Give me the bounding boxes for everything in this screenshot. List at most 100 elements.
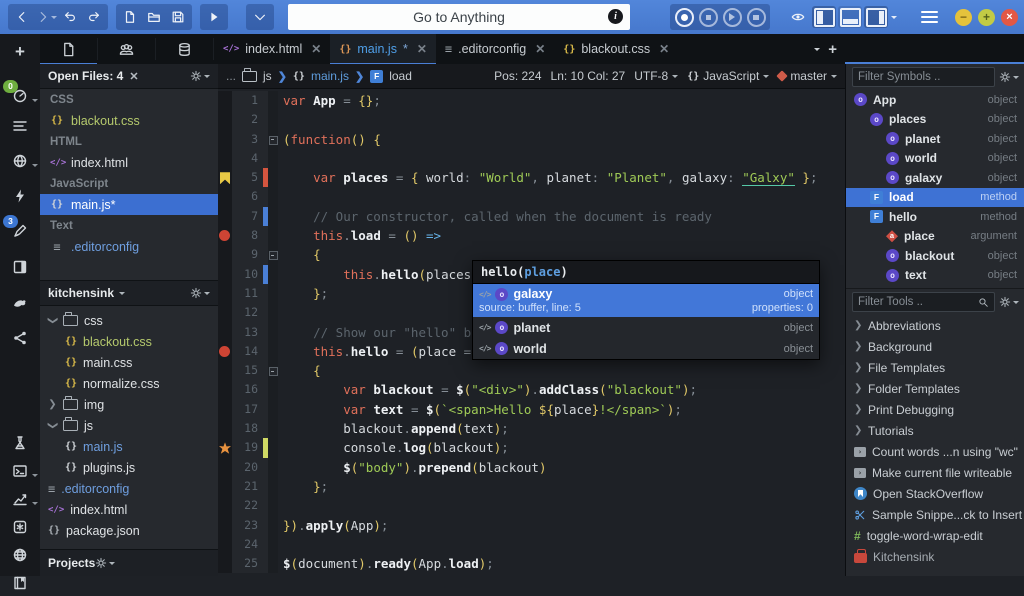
profiling-button[interactable] xyxy=(3,485,38,512)
autocomplete-row[interactable]: </> o world object xyxy=(473,338,819,359)
tree-item-index-html[interactable]: </> index.html xyxy=(40,499,218,520)
code-text[interactable]: var places = { world: "World", planet: "… xyxy=(278,168,845,187)
fold-margin[interactable] xyxy=(268,91,278,111)
fold-margin[interactable] xyxy=(268,476,278,497)
gutter-margin[interactable] xyxy=(218,148,232,169)
gutter-margin[interactable] xyxy=(218,91,232,111)
tree-item-css[interactable]: ❯ css xyxy=(40,310,218,331)
status-encoding[interactable]: UTF-8 xyxy=(634,69,679,83)
tree-item-blackout-css[interactable]: {} blackout.css xyxy=(40,331,218,352)
toggle-left-pane-button[interactable] xyxy=(812,6,836,28)
gutter-margin[interactable] xyxy=(218,129,232,149)
code-text[interactable]: (function() { xyxy=(278,130,845,149)
marker-burst-icon[interactable] xyxy=(219,442,231,454)
line-number[interactable]: 5 xyxy=(232,168,263,188)
gutter-margin[interactable] xyxy=(218,457,232,477)
syntax-check-button[interactable]: 3 xyxy=(3,215,37,244)
symbol-row-blackout[interactable]: o blackout object xyxy=(846,246,1024,266)
tool-item[interactable]: › Make current file writeable xyxy=(846,462,1024,483)
autocomplete-row[interactable]: </> o planet object xyxy=(473,317,819,338)
tool-item[interactable]: # toggle-word-wrap-edit xyxy=(846,525,1024,546)
tree-item-plugins-js[interactable]: {} plugins.js xyxy=(40,457,218,478)
fold-margin[interactable] xyxy=(268,496,278,516)
fold-margin[interactable] xyxy=(268,419,278,439)
line-number[interactable]: 13 xyxy=(232,322,263,342)
chevron-open-icon[interactable]: ❯ xyxy=(47,316,58,325)
preview-refresh-button[interactable] xyxy=(3,182,37,209)
line-number[interactable]: 10 xyxy=(232,264,263,284)
fold-margin[interactable] xyxy=(268,380,278,400)
symbol-row-place[interactable]: a place argument xyxy=(846,227,1024,247)
filter-symbols-input[interactable]: Filter Symbols .. xyxy=(852,67,995,87)
code-line[interactable]: 1 var App = {}; xyxy=(218,91,845,111)
tool-folder-Print-Debugging[interactable]: ❯ Print Debugging xyxy=(846,399,1024,420)
line-number[interactable]: 2 xyxy=(232,110,263,130)
code-text[interactable]: { xyxy=(278,361,845,380)
close-tab-icon[interactable]: ✕ xyxy=(417,42,427,56)
line-number[interactable]: 11 xyxy=(232,283,263,304)
tab-main-js[interactable]: {} main.js * ✕ xyxy=(330,34,436,65)
macro-save-button[interactable] xyxy=(744,6,768,28)
open-file-button[interactable] xyxy=(142,6,166,28)
fold-margin[interactable] xyxy=(268,226,278,246)
browser-preview-button[interactable] xyxy=(3,147,38,174)
open-files-rail-button[interactable] xyxy=(3,112,37,139)
code-line[interactable]: 6 xyxy=(218,187,845,207)
project-settings-button[interactable] xyxy=(190,287,210,299)
symbol-row-galaxy[interactable]: o galaxy object xyxy=(846,168,1024,188)
code-text[interactable] xyxy=(278,149,845,168)
new-tab-button[interactable]: + xyxy=(828,41,837,58)
gutter-margin[interactable] xyxy=(218,264,232,284)
code-text[interactable]: blackout.append(text); xyxy=(278,419,845,438)
add-button[interactable]: + xyxy=(3,38,37,65)
fold-minus-icon[interactable] xyxy=(269,367,278,377)
fold-margin[interactable] xyxy=(268,322,278,342)
symbol-row-load[interactable]: Fload method xyxy=(846,187,1024,207)
tab-blackout-css[interactable]: {} blackout.css ✕ xyxy=(554,34,678,64)
code-line[interactable]: 3 (function() { xyxy=(218,129,845,149)
gutter-margin[interactable] xyxy=(218,380,232,400)
code-text[interactable]: }).apply(App); xyxy=(278,516,845,535)
line-number[interactable]: 12 xyxy=(232,303,263,323)
line-number[interactable]: 21 xyxy=(232,476,263,497)
fold-margin[interactable] xyxy=(268,399,278,420)
code-line[interactable]: 18 blackout.append(text); xyxy=(218,419,845,439)
autocomplete-row-selected[interactable]: </> o galaxy object source: buffer, line: 5 p… xyxy=(473,284,819,317)
gutter-margin[interactable] xyxy=(218,168,232,188)
lab-button[interactable] xyxy=(3,429,37,456)
gutter-margin[interactable] xyxy=(218,419,232,439)
toggle-bottom-pane-button[interactable] xyxy=(838,6,862,28)
tree-item-main-css[interactable]: {} main.css xyxy=(40,352,218,373)
sphere-button[interactable] xyxy=(3,541,37,568)
code-line[interactable]: 25 $(document).ready(App.load); xyxy=(218,554,845,574)
tool-item[interactable]: Kitchensink xyxy=(846,546,1024,567)
line-number[interactable]: 4 xyxy=(232,148,263,169)
fold-margin[interactable] xyxy=(268,168,278,188)
tree-item-main-js[interactable]: {} main.js xyxy=(40,436,218,457)
symbol-row-hello[interactable]: Fhello method xyxy=(846,207,1024,227)
filter-tools-input[interactable]: Filter Tools .. xyxy=(852,292,995,312)
code-line[interactable]: 15 { xyxy=(218,361,845,381)
fold-margin[interactable] xyxy=(268,129,278,149)
tree-item-img[interactable]: ❯ img xyxy=(40,394,218,415)
tool-item[interactable]: Open StackOverflow xyxy=(846,483,1024,504)
code-text[interactable]: var text = $(`<span>Hello ${place}!</spa… xyxy=(278,400,845,419)
tool-folder-Tutorials[interactable]: ❯ Tutorials xyxy=(846,420,1024,441)
projects-label[interactable]: Projects xyxy=(48,556,95,570)
fold-margin[interactable] xyxy=(268,206,278,227)
breakpoint-icon[interactable] xyxy=(219,230,230,242)
code-line[interactable]: 2 xyxy=(218,110,845,130)
info-icon[interactable]: i xyxy=(608,9,623,24)
tab-index-html[interactable]: </> index.html ✕ xyxy=(214,34,330,64)
fold-minus-icon[interactable] xyxy=(269,251,278,261)
panel-toggle-button[interactable] xyxy=(3,253,37,280)
code-line[interactable]: 20 $("body").prepend(blackout) xyxy=(218,457,845,477)
gutter-margin[interactable] xyxy=(218,283,232,304)
chevron-down-button[interactable] xyxy=(248,6,272,28)
gutter-margin[interactable] xyxy=(218,438,232,458)
tree-item-js[interactable]: ❯ js xyxy=(40,415,218,436)
macro-play-button[interactable] xyxy=(720,6,744,28)
tree-item-editorconfig[interactable]: ≡ .editorconfig xyxy=(40,478,218,499)
open-file-row[interactable]: {} main.js* xyxy=(40,194,218,215)
open-file-row[interactable]: {} blackout.css xyxy=(40,110,218,131)
